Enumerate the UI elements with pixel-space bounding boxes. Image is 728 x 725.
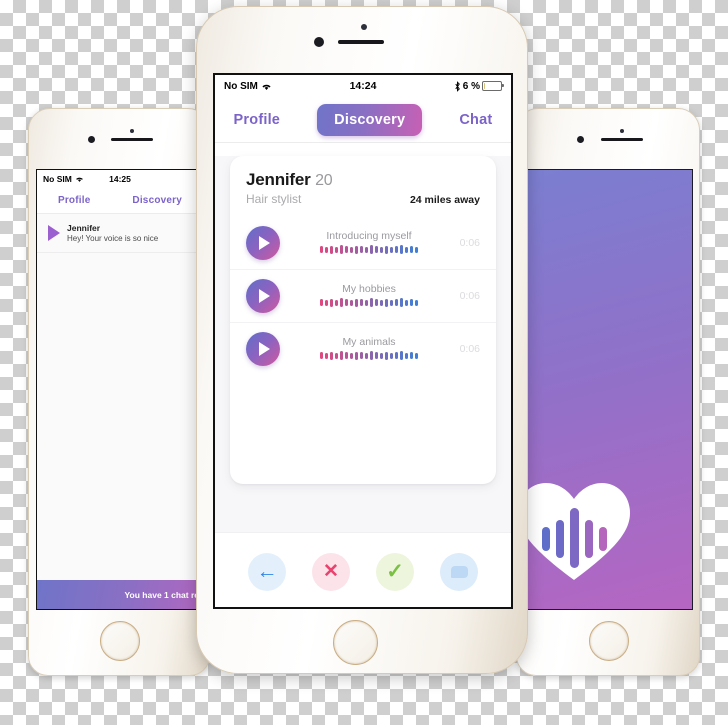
home-button[interactable] [333, 620, 378, 665]
left-phone-screen: No SIM 14:25 Profile Discovery Jennifer … [36, 169, 204, 610]
profile-subtitle-row: Hair stylist 24 miles away [246, 192, 480, 206]
waveform-icon[interactable] [319, 243, 419, 256]
bluetooth-icon [455, 80, 460, 92]
left-clock: 14:25 [109, 174, 131, 184]
audio-clip-duration: 0:06 [459, 290, 480, 302]
left-chat-request-banner[interactable]: You have 1 chat re [37, 580, 203, 609]
left-status-bar: No SIM 14:25 [37, 170, 203, 188]
front-camera-dot [88, 136, 95, 143]
proximity-sensor-dot [361, 24, 367, 30]
left-banner-label: You have 1 chat re [124, 589, 199, 600]
right-phone-screen [525, 169, 693, 610]
reject-button[interactable]: ✕ [312, 552, 350, 591]
heart-waveform-logo [526, 483, 630, 580]
home-button[interactable] [100, 621, 140, 661]
profile-name: Jennifer [246, 170, 311, 189]
list-item[interactable]: Jennifer Hey! Your voice is so nice [37, 214, 203, 253]
tab-profile[interactable]: Profile [234, 112, 281, 128]
audio-clip-row[interactable]: Introducing myself 0:06 [230, 217, 496, 269]
rewind-button[interactable]: ← [248, 552, 286, 591]
action-button-bar: ← ✕ ✓ [215, 532, 511, 607]
left-tab-discovery[interactable]: Discovery [132, 195, 182, 206]
audio-clip-title: My hobbies [342, 283, 396, 295]
profile-name-line: Jennifer 20 [246, 170, 480, 190]
tab-bar: Profile Discovery Chat [215, 97, 511, 143]
proximity-sensor-dot [130, 129, 134, 133]
center-phone-device: No SIM 14:24 6 % Profile Discovery Chat [196, 6, 528, 674]
audio-clip-title: Introducing myself [326, 230, 412, 242]
waveform-icon[interactable] [319, 296, 419, 309]
audio-clip-duration: 0:06 [459, 343, 480, 355]
close-x-icon: ✕ [323, 561, 339, 582]
left-tab-profile[interactable]: Profile [58, 195, 91, 206]
battery-percent-label: 6 % [462, 80, 480, 92]
play-icon[interactable] [246, 226, 280, 260]
left-chat-text-block: Jennifer Hey! Your voice is so nice [67, 223, 158, 243]
left-chat-message: Hey! Your voice is so nice [67, 234, 159, 243]
left-chat-name: Jennifer [67, 223, 101, 233]
arrow-left-icon: ← [256, 560, 278, 583]
status-indicators: 6 % [454, 80, 504, 92]
audio-clip-duration: 0:06 [459, 237, 480, 249]
chat-button[interactable] [440, 552, 478, 591]
earpiece-speaker [338, 40, 384, 44]
play-icon[interactable] [246, 332, 280, 366]
audio-clip-title: My animals [342, 336, 396, 348]
center-phone-screen: No SIM 14:24 6 % Profile Discovery Chat [213, 73, 513, 609]
left-chat-list: Jennifer Hey! Your voice is so nice [37, 214, 203, 609]
profile-age: 20 [315, 172, 333, 189]
chat-bubble-icon [450, 565, 468, 578]
earpiece-speaker [111, 138, 153, 141]
waveform-block: Introducing myself [290, 230, 448, 256]
audio-clip-row[interactable]: My animals 0:06 [230, 322, 496, 375]
profile-occupation: Hair stylist [246, 192, 302, 206]
audio-clip-row[interactable]: My hobbies 0:06 [230, 269, 496, 322]
tab-discovery[interactable]: Discovery [317, 103, 423, 136]
profile-card[interactable]: Jennifer 20 Hair stylist 24 miles away I… [230, 156, 496, 484]
checkmark-icon: ✓ [386, 560, 404, 583]
play-icon[interactable] [48, 225, 60, 241]
left-tab-bar: Profile Discovery [37, 188, 203, 214]
profile-card-header: Jennifer 20 Hair stylist 24 miles away [230, 156, 496, 217]
waveform-block: My animals [290, 336, 448, 362]
battery-icon [482, 81, 504, 91]
right-phone-device [516, 108, 700, 676]
splash-screen [526, 170, 692, 609]
left-phone-device: No SIM 14:25 Profile Discovery Jennifer … [28, 108, 210, 676]
home-button[interactable] [589, 621, 629, 661]
proximity-sensor-dot [620, 129, 624, 133]
profile-distance: 24 miles away [409, 194, 480, 206]
status-bar: No SIM 14:24 6 % [215, 75, 511, 97]
accept-button[interactable]: ✓ [376, 552, 414, 591]
play-icon[interactable] [246, 279, 280, 313]
front-camera-dot [314, 37, 324, 47]
front-camera-dot [577, 136, 584, 143]
discovery-view: Jennifer 20 Hair stylist 24 miles away I… [215, 156, 511, 607]
waveform-icon[interactable] [319, 349, 419, 362]
waveform-block: My hobbies [290, 283, 448, 309]
tab-chat[interactable]: Chat [459, 112, 492, 128]
earpiece-speaker [601, 138, 643, 141]
